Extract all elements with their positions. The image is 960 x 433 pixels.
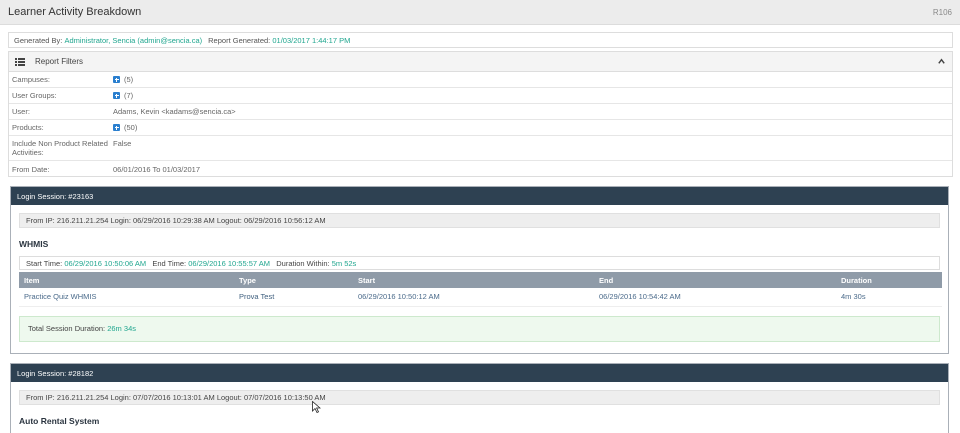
- filter-value: (5): [124, 75, 134, 84]
- report-generated-label: Report Generated:: [208, 35, 271, 45]
- activity-table: Item Type Start End Duration Practice Qu…: [19, 272, 942, 307]
- filter-value: (7): [124, 91, 134, 100]
- filter-key: From Date:: [12, 164, 50, 174]
- product-name: WHMIS: [19, 239, 49, 249]
- filter-row-non-product: Include Non Product Related Activities: …: [9, 136, 952, 161]
- column-header-item: Item: [19, 272, 234, 288]
- cell-item[interactable]: Practice Quiz WHMIS: [19, 288, 234, 307]
- start-time-label: Start Time:: [26, 258, 63, 268]
- report-generated-value: 01/03/2017 1:44:17 PM: [272, 35, 351, 45]
- filter-key: User Groups:: [12, 91, 57, 100]
- filter-row-user: User: Adams, Kevin <kadams@sencia.ca>: [9, 104, 952, 120]
- end-time-value: 06/29/2016 10:55:57 AM: [188, 258, 270, 268]
- duration-within-label: Duration Within:: [276, 258, 330, 268]
- filter-key: User:: [12, 107, 30, 116]
- list-icon: [15, 57, 25, 66]
- filter-value: (50): [124, 123, 138, 132]
- filter-value: False: [113, 139, 132, 148]
- login-session-header: Login Session: #23163: [11, 187, 948, 205]
- report-filters-panel: Report Filters Campuses: (5) User Groups…: [8, 51, 953, 177]
- filter-row-products: Products: (50): [9, 120, 952, 136]
- table-header-row: Item Type Start End Duration: [19, 272, 942, 288]
- filter-key: Include Non Product Related Activities:: [12, 139, 108, 157]
- total-session-duration: Total Session Duration: 26m 34s: [19, 315, 940, 342]
- product-name: Auto Rental System: [19, 416, 100, 426]
- session-ip-info: From IP: 216.211.21.254 Login: 07/07/201…: [19, 390, 940, 405]
- filter-value: Adams, Kevin <kadams@sencia.ca>: [113, 107, 236, 116]
- filter-value: 06/01/2016 To 01/03/2017: [113, 164, 201, 174]
- total-session-label: Total Session Duration:: [28, 324, 106, 333]
- cell-end: 06/29/2016 10:54:42 AM: [594, 288, 836, 307]
- page-title: Learner Activity Breakdown: [8, 6, 142, 18]
- plus-icon[interactable]: [113, 92, 120, 99]
- cell-type: Prova Test: [234, 288, 353, 307]
- end-time-label: End Time:: [152, 258, 187, 268]
- cell-start: 06/29/2016 10:50:12 AM: [353, 288, 594, 307]
- generated-info: Generated By: Administrator, Sencia (adm…: [8, 32, 953, 48]
- column-header-end: End: [594, 272, 836, 288]
- total-session-value: 26m 34s: [107, 324, 136, 333]
- title-bar: Learner Activity Breakdown R106: [0, 0, 960, 25]
- chevron-up-icon[interactable]: [937, 57, 946, 66]
- login-session-panel: Login Session: #28182 From IP: 216.211.2…: [10, 363, 949, 433]
- generated-by-value: Administrator, Sencia (admin@sencia.ca): [64, 35, 203, 45]
- filter-key: Campuses:: [12, 75, 50, 84]
- duration-within-value: 5m 52s: [331, 258, 357, 268]
- table-row: Practice Quiz WHMIS Prova Test 06/29/201…: [19, 288, 942, 307]
- start-time-value: 06/29/2016 10:50:06 AM: [64, 258, 147, 268]
- column-header-start: Start: [353, 272, 594, 288]
- cell-duration: 4m 30s: [836, 288, 942, 307]
- filter-row-from-date: From Date: 06/01/2016 To 01/03/2017: [9, 161, 952, 177]
- report-code: R106: [932, 7, 952, 17]
- filter-row-user-groups: User Groups: (7): [9, 88, 952, 104]
- column-header-type: Type: [234, 272, 353, 288]
- filter-row-campuses: Campuses: (5): [9, 72, 952, 88]
- plus-icon[interactable]: [113, 124, 120, 131]
- plus-icon[interactable]: [113, 76, 120, 83]
- login-session-panel: Login Session: #23163 From IP: 216.211.2…: [10, 186, 949, 354]
- session-ip-info: From IP: 216.211.21.254 Login: 06/29/201…: [19, 213, 940, 228]
- product-time-info: Start Time: 06/29/2016 10:50:06 AM End T…: [19, 256, 940, 270]
- mouse-cursor-icon: [312, 401, 321, 413]
- column-header-duration: Duration: [836, 272, 942, 288]
- report-filters-title: Report Filters: [35, 57, 84, 66]
- report-filters-header[interactable]: Report Filters: [9, 52, 952, 72]
- login-session-header: Login Session: #28182: [11, 364, 948, 382]
- generated-by-label: Generated By:: [14, 35, 63, 45]
- filter-key: Products:: [12, 123, 44, 132]
